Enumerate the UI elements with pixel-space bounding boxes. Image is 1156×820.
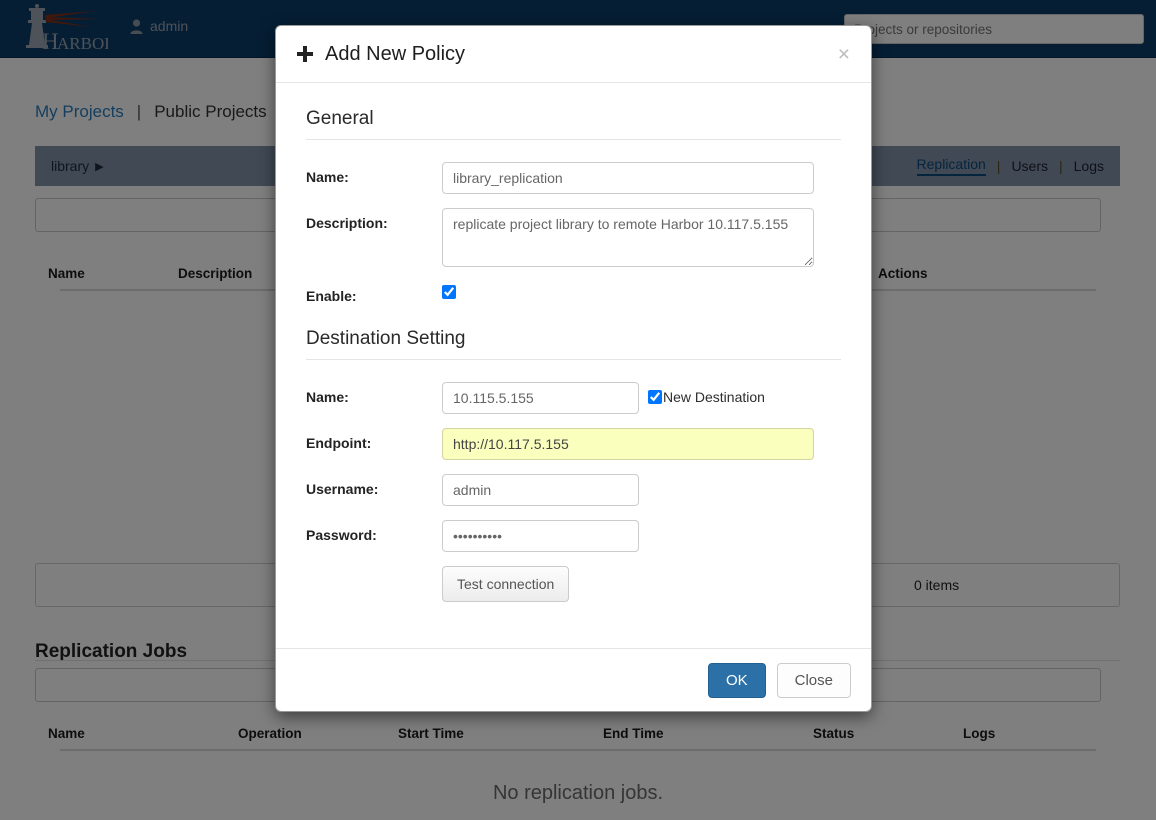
destination-section-heading: Destination Setting [306,328,466,349]
field-row-password: Password: [306,520,841,552]
modal-title-text: Add New Policy [325,42,466,65]
destination-name-label: Name: [306,389,349,405]
new-destination-label: New Destination [663,389,765,405]
ok-button[interactable]: OK [707,662,766,698]
field-row-username: Username: [306,474,841,506]
modal-body: General Name: Description: Enable: [276,83,871,648]
plus-icon [297,46,313,62]
add-new-policy-modal: Add New Policy × General Name: Descripti… [275,25,872,712]
policy-name-label: Name: [306,169,349,185]
modal-title: Add New Policy [297,43,465,66]
field-row-enable: Enable: [306,281,841,304]
field-row-destination-name: Name: New Destination [306,382,841,414]
destination-section-rule [306,359,841,360]
general-section-rule [306,139,841,140]
general-section-heading: General [306,108,374,129]
endpoint-input[interactable] [442,428,814,460]
enable-label: Enable: [306,288,357,304]
field-row-policy-description: Description: [306,208,841,267]
test-connection-row: Test connection [442,566,841,602]
close-icon[interactable]: × [834,42,854,67]
modal-footer: OK Close [276,648,871,711]
username-input[interactable] [442,474,639,506]
test-connection-button[interactable]: Test connection [442,566,570,602]
app-root: H ARBOR admin My Projects [0,0,1156,820]
password-input[interactable] [442,520,639,552]
policy-description-textarea[interactable] [442,208,814,267]
cancel-button[interactable]: Close [776,662,851,698]
field-row-policy-name: Name: [306,162,841,194]
username-label: Username: [306,481,379,497]
modal-header: Add New Policy × [276,26,871,83]
enable-checkbox[interactable] [442,285,456,299]
destination-name-input[interactable] [442,382,639,414]
endpoint-label: Endpoint: [306,435,372,451]
password-label: Password: [306,527,377,543]
new-destination-checkbox[interactable] [648,390,662,404]
field-row-endpoint: Endpoint: [306,428,841,460]
policy-description-label: Description: [306,215,388,231]
new-destination-group: New Destination [648,382,765,405]
policy-name-input[interactable] [442,162,814,194]
